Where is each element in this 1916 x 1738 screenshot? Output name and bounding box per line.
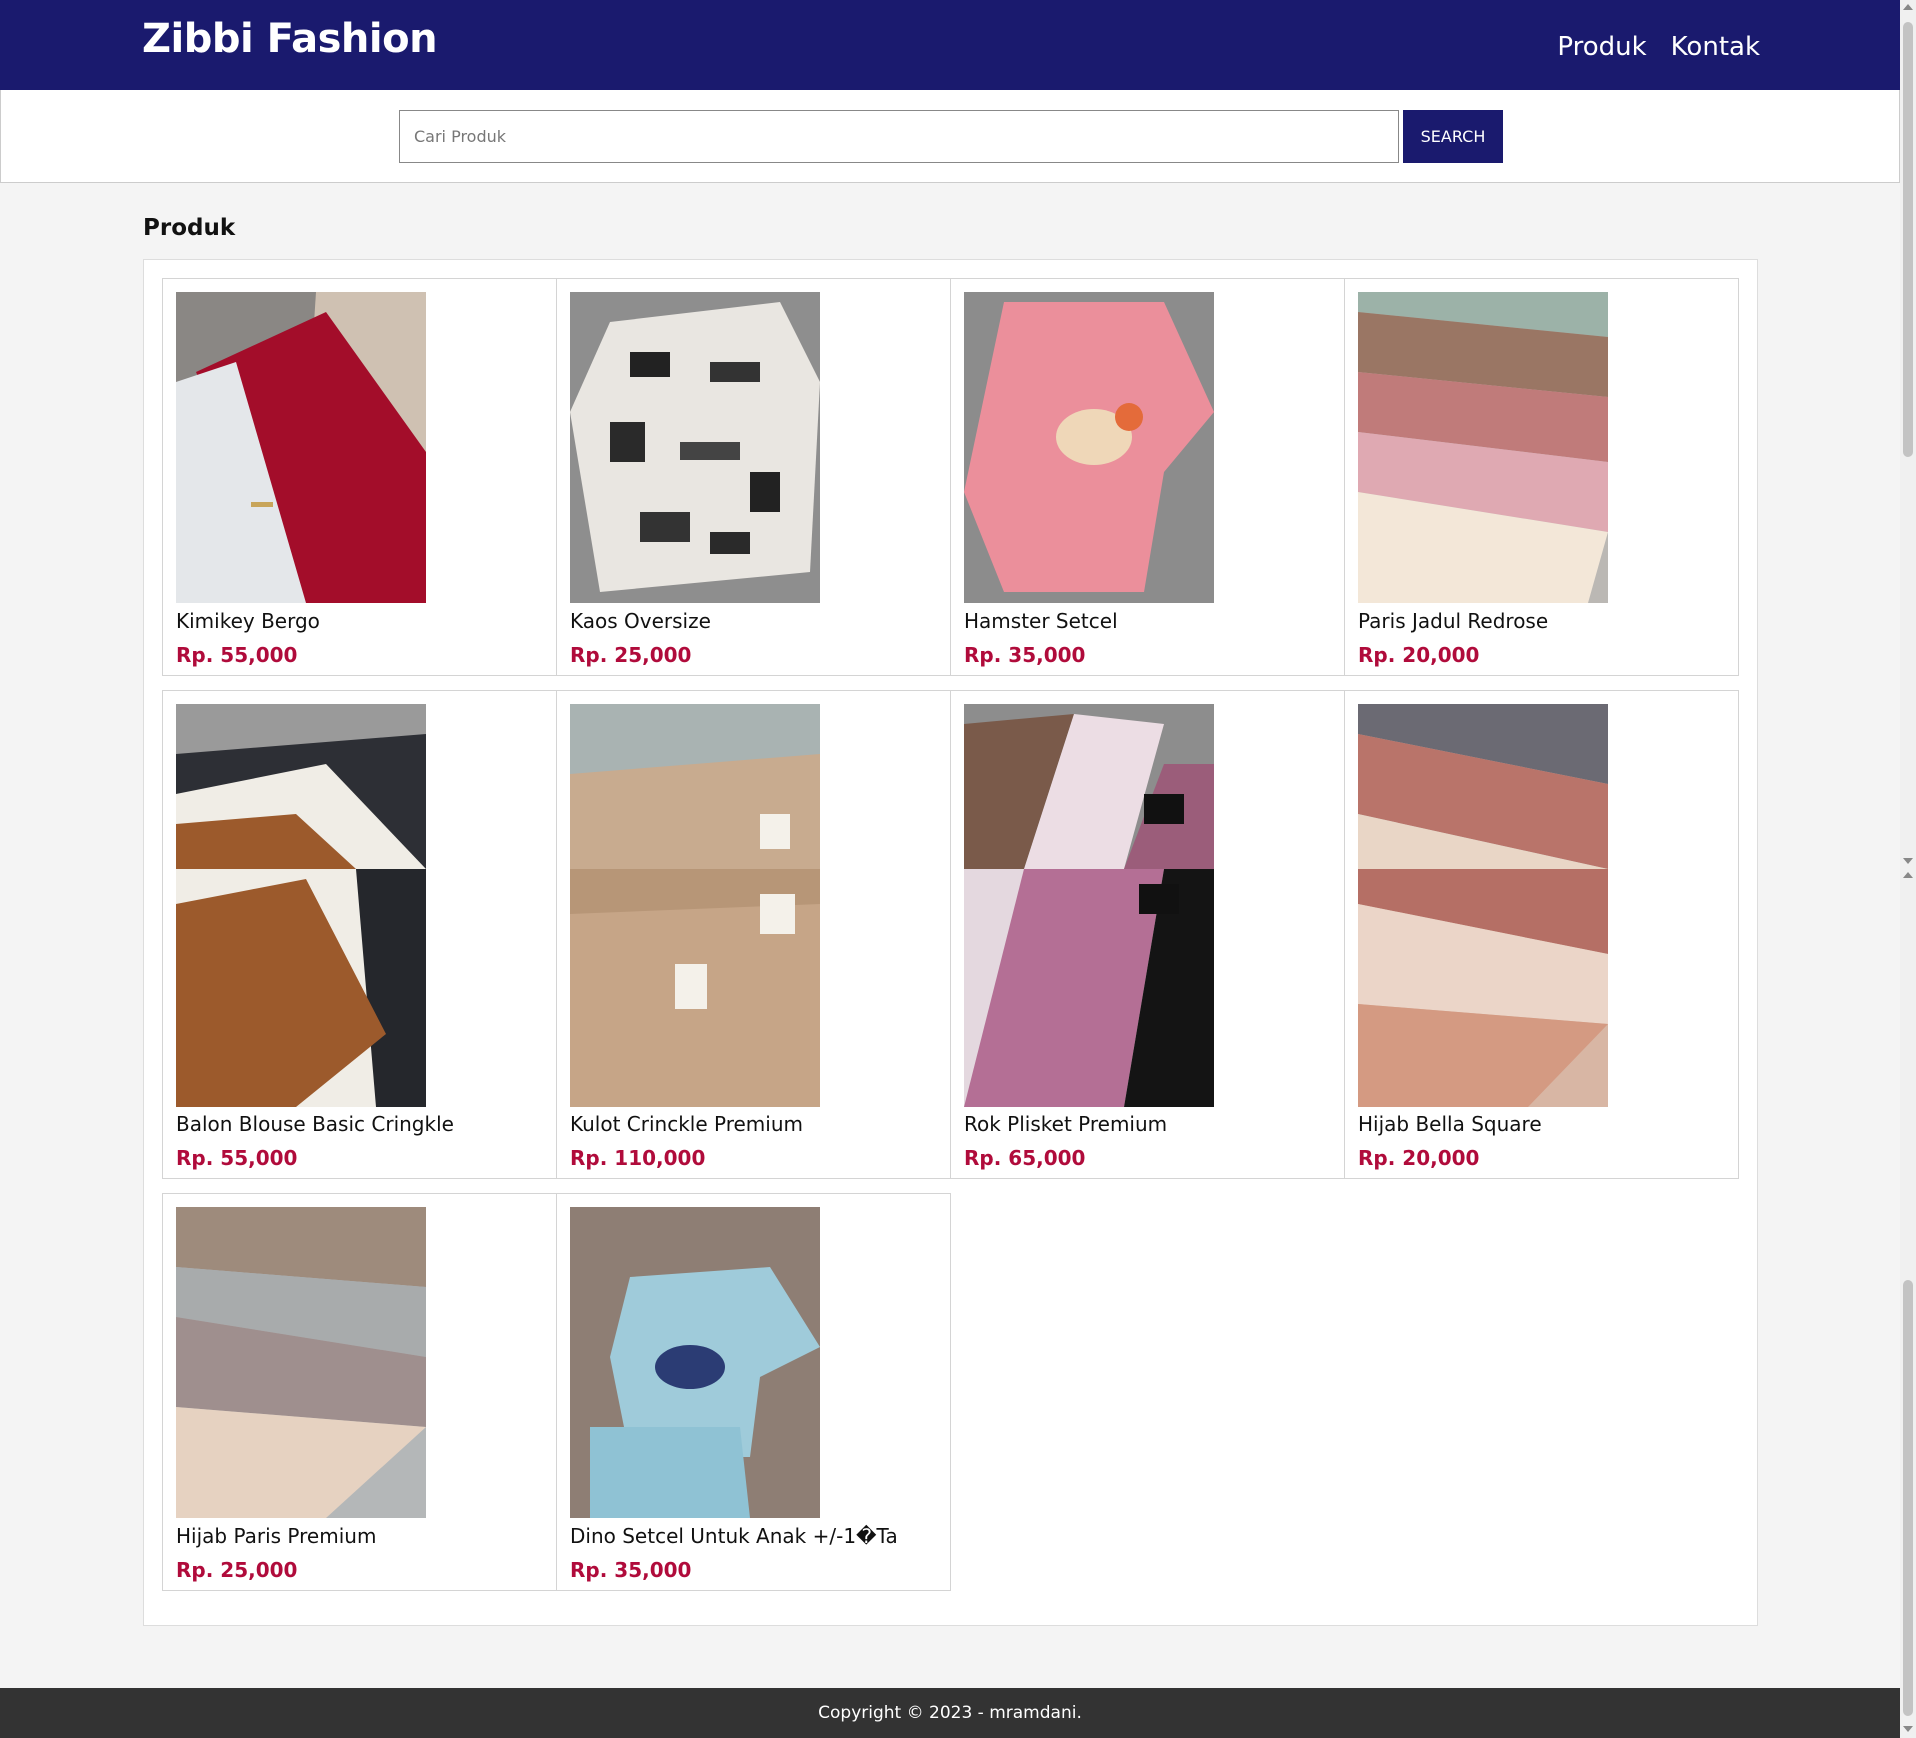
product-image[interactable] (964, 704, 1214, 1107)
product-name[interactable]: Balon Blouse Basic Cringkle (176, 1112, 454, 1136)
product-name[interactable]: Hamster Setcel (964, 609, 1118, 633)
product-image[interactable] (1358, 292, 1608, 603)
product-image[interactable] (964, 292, 1214, 603)
product-price: Rp. 20,000 (1358, 643, 1480, 667)
search-input[interactable] (399, 110, 1399, 163)
product-card[interactable]: Hamster Setcel Rp. 35,000 (950, 278, 1345, 676)
vertical-scrollbar[interactable] (1900, 0, 1916, 1738)
search-bar: SEARCH (0, 90, 1900, 183)
nav-kontak-link[interactable]: Kontak (1671, 32, 1760, 62)
product-card[interactable]: Kulot Crinckle Premium Rp. 110,000 (556, 690, 951, 1179)
scroll-down-icon[interactable] (1903, 1726, 1913, 1732)
product-card[interactable]: Paris Jadul Redrose Rp. 20,000 (1344, 278, 1739, 676)
product-price: Rp. 110,000 (570, 1146, 706, 1170)
product-image[interactable] (176, 704, 426, 1107)
product-price: Rp. 25,000 (176, 1558, 298, 1582)
product-image[interactable] (570, 1207, 820, 1518)
scroll-up-icon[interactable] (1903, 4, 1913, 10)
product-price: Rp. 35,000 (964, 643, 1086, 667)
product-name[interactable]: Kimikey Bergo (176, 609, 320, 633)
product-name[interactable]: Dino Setcel Untuk Anak +/-1�Ta (570, 1524, 898, 1548)
search-button[interactable]: SEARCH (1403, 110, 1503, 163)
product-name[interactable]: Rok Plisket Premium (964, 1112, 1167, 1136)
product-card[interactable]: Balon Blouse Basic Cringkle Rp. 55,000 (162, 690, 557, 1179)
section-title: Produk (143, 215, 236, 241)
footer: Copyright © 2023 - mramdani. (0, 1688, 1900, 1738)
product-price: Rp. 55,000 (176, 1146, 298, 1170)
product-name[interactable]: Hijab Bella Square (1358, 1112, 1542, 1136)
product-image[interactable] (176, 1207, 426, 1518)
scroll-thumb-top[interactable] (1903, 22, 1913, 457)
product-card[interactable]: Dino Setcel Untuk Anak +/-1�Ta Rp. 35,00… (556, 1193, 951, 1591)
product-image[interactable] (570, 704, 820, 1107)
scroll-thumb-bottom[interactable] (1903, 1280, 1913, 1716)
product-card[interactable]: Hijab Bella Square Rp. 20,000 (1344, 690, 1739, 1179)
brand-logo[interactable]: Zibbi Fashion (142, 16, 438, 62)
product-name[interactable]: Kulot Crinckle Premium (570, 1112, 803, 1136)
product-price: Rp. 25,000 (570, 643, 692, 667)
product-name[interactable]: Kaos Oversize (570, 609, 711, 633)
main-nav: Produk Kontak (1557, 32, 1760, 62)
product-card[interactable]: Kimikey Bergo Rp. 55,000 (162, 278, 557, 676)
product-price: Rp. 55,000 (176, 643, 298, 667)
product-card[interactable]: Hijab Paris Premium Rp. 25,000 (162, 1193, 557, 1591)
nav-produk-link[interactable]: Produk (1557, 32, 1646, 62)
product-grid: Kimikey Bergo Rp. 55,000 Kaos Oversize R… (143, 259, 1758, 1626)
product-name[interactable]: Paris Jadul Redrose (1358, 609, 1548, 633)
product-card[interactable]: Rok Plisket Premium Rp. 65,000 (950, 690, 1345, 1179)
scroll-down-icon[interactable] (1903, 858, 1913, 864)
product-price: Rp. 35,000 (570, 1558, 692, 1582)
top-navbar: Zibbi Fashion Produk Kontak (0, 0, 1900, 90)
product-card[interactable]: Kaos Oversize Rp. 25,000 (556, 278, 951, 676)
product-image[interactable] (176, 292, 426, 603)
product-image[interactable] (570, 292, 820, 603)
product-name[interactable]: Hijab Paris Premium (176, 1524, 376, 1548)
product-image[interactable] (1358, 704, 1608, 1107)
product-price: Rp. 65,000 (964, 1146, 1086, 1170)
scroll-up-icon[interactable] (1903, 872, 1913, 878)
product-price: Rp. 20,000 (1358, 1146, 1480, 1170)
